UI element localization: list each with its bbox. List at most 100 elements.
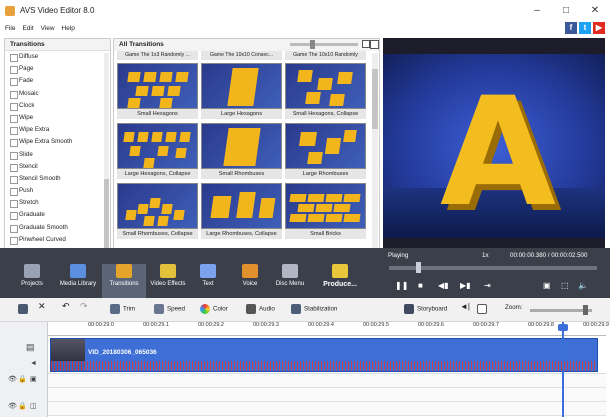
speed-icon — [154, 304, 164, 314]
tool-label: Produce... — [323, 281, 357, 288]
split-icon[interactable]: ⇥ — [484, 281, 491, 290]
transition-preview-image — [285, 123, 366, 169]
trim-button[interactable]: Trim — [110, 304, 135, 314]
close-button[interactable]: ✕ — [585, 4, 605, 18]
transition-thumbnail[interactable]: Large Rhombuses — [285, 123, 366, 183]
playback-rate[interactable]: 1x — [482, 252, 489, 259]
stabilization-button[interactable]: Stabilization — [291, 304, 337, 314]
effects-track[interactable] — [48, 374, 606, 388]
text-tool-button[interactable]: Text — [186, 264, 230, 298]
large-view-icon[interactable] — [370, 40, 379, 49]
transition-thumbnail[interactable]: Small Hexagons, Collapse — [285, 63, 366, 123]
transition-preview-image — [285, 183, 366, 229]
tree-scroll-thumb[interactable] — [104, 179, 109, 249]
audio-levels-icon[interactable]: ◄| — [460, 302, 470, 311]
lock-icon[interactable]: 🔒 — [18, 402, 27, 410]
projects-tool-button[interactable]: Projects — [10, 264, 54, 298]
tool-label: Video Effects — [150, 281, 186, 287]
window-title: AVS Video Editor 8.0 — [20, 6, 95, 15]
disc-menu-icon — [282, 264, 298, 278]
next-frame-icon[interactable]: ▶▮ — [460, 281, 471, 290]
minimize-button[interactable]: – — [527, 4, 547, 18]
display-mode-icon[interactable] — [477, 304, 490, 314]
playback-slider-knob[interactable] — [416, 262, 422, 273]
text-track[interactable] — [48, 402, 606, 416]
transition-thumbnail[interactable]: Large Hexagons — [201, 63, 282, 123]
grid-view-icon[interactable] — [362, 40, 370, 48]
thumbnail-size-slider[interactable] — [290, 43, 358, 46]
stop-icon[interactable]: ■ — [418, 281, 423, 290]
disc-menu-tool-button[interactable]: Disc Menu — [268, 264, 312, 298]
maximize-button[interactable]: □ — [556, 4, 576, 18]
facebook-icon[interactable]: f — [565, 22, 577, 34]
tree-item[interactable]: Stencil Smooth — [5, 173, 110, 185]
playhead[interactable] — [562, 322, 564, 417]
tree-item[interactable]: Wipe Extra — [5, 124, 110, 136]
visibility-icon[interactable]: 👁 — [8, 402, 17, 410]
transition-thumbnail[interactable]: Small Bricks — [285, 183, 366, 243]
video-effects-tool-button[interactable]: Video Effects — [146, 264, 190, 298]
lock-icon[interactable]: 🔒 — [18, 375, 27, 383]
tree-item[interactable]: Stretch — [5, 197, 110, 209]
visibility-icon[interactable]: 👁 — [8, 375, 17, 383]
transition-thumbnail[interactable]: Small Rhombuses, Collapse — [117, 183, 198, 243]
voice-tool-button[interactable]: Voice — [228, 264, 272, 298]
tree-item[interactable]: Page — [5, 63, 110, 75]
tree-item[interactable]: Wipe — [5, 112, 110, 124]
timeline-settings-icon[interactable] — [18, 304, 31, 314]
speed-button[interactable]: Speed — [154, 304, 185, 314]
menu-help[interactable]: Help — [62, 25, 75, 32]
tree-item[interactable]: Mosaic — [5, 88, 110, 100]
timeline-ruler[interactable]: 00:00:29.0 00:00:29.1 00:00:29.2 00:00:29.3… — [48, 322, 609, 336]
tree-item[interactable]: Diffuse — [5, 51, 110, 63]
tree-item[interactable]: Clock — [5, 100, 110, 112]
transition-preview-image — [117, 183, 198, 229]
redo-icon[interactable]: ↷ — [80, 301, 88, 312]
volume-icon[interactable]: 🔈 — [578, 281, 588, 290]
previous-frame-icon[interactable]: ◀▮ — [438, 281, 449, 290]
delete-icon[interactable]: ✕ — [38, 301, 46, 312]
gallery-scroll-thumb[interactable] — [372, 69, 378, 129]
transition-label: Small Hexagons — [117, 109, 198, 119]
gallery-top-label: Game The 10x10 Consec... — [201, 51, 282, 60]
color-button[interactable]: Color — [200, 304, 228, 314]
media-library-tool-button[interactable]: Media Library — [56, 264, 100, 298]
tree-item[interactable]: Stencil — [5, 161, 110, 173]
transition-thumbnail[interactable]: Large Rhombuses, Collapse — [201, 183, 282, 243]
tree-item[interactable]: Slide — [5, 149, 110, 161]
tree-item[interactable]: Pinwheel Curved — [5, 234, 110, 246]
tree-item[interactable]: Push — [5, 185, 110, 197]
transition-thumbnail[interactable]: Large Hexagons, Collapse — [117, 123, 198, 183]
storyboard-button[interactable]: Storyboard — [404, 304, 447, 314]
zoom-slider-knob[interactable] — [583, 305, 588, 315]
audio-icon — [246, 304, 256, 314]
menu-edit[interactable]: Edit — [22, 25, 33, 32]
transition-thumbnail[interactable]: Small Rhombuses — [201, 123, 282, 183]
transition-preview-image — [117, 63, 198, 109]
audio-button[interactable]: Audio — [246, 304, 275, 314]
snapshot-icon[interactable]: ▣ — [543, 281, 551, 290]
tool-label: Transitions — [109, 281, 139, 287]
menu-file[interactable]: File — [5, 25, 15, 32]
video-clip[interactable]: VID_20180306_065036 — [50, 338, 598, 372]
thumbnail-size-knob[interactable] — [310, 40, 315, 49]
pause-icon[interactable]: ❚❚ — [395, 281, 408, 290]
fit-icon[interactable]: ⬚ — [561, 281, 569, 290]
twitter-icon[interactable]: t — [579, 22, 591, 34]
youtube-icon[interactable]: ▶ — [593, 22, 605, 34]
menu-view[interactable]: View — [41, 25, 55, 32]
ruler-tick-label: 00:00:29.0 — [88, 322, 114, 328]
tree-item[interactable]: Graduate Smooth — [5, 222, 110, 234]
tree-item[interactable]: Wipe Extra Smooth — [5, 136, 110, 148]
produce-tool-button[interactable]: Produce... — [318, 264, 362, 298]
tree-item[interactable]: Fade — [5, 75, 110, 87]
transition-thumbnail[interactable]: Small Hexagons — [117, 63, 198, 123]
transitions-tool-button[interactable]: Transitions — [102, 264, 146, 298]
undo-icon[interactable]: ↶ — [62, 301, 70, 312]
ruler-tick-label: 00:00:29.9 — [583, 322, 609, 328]
transition-label: Large Hexagons, Collapse — [117, 169, 198, 179]
playhead-handle[interactable] — [558, 324, 568, 331]
tree-item[interactable]: Graduate — [5, 209, 110, 221]
overlay-track[interactable] — [48, 388, 606, 402]
video-preview[interactable]: A — [383, 38, 605, 248]
